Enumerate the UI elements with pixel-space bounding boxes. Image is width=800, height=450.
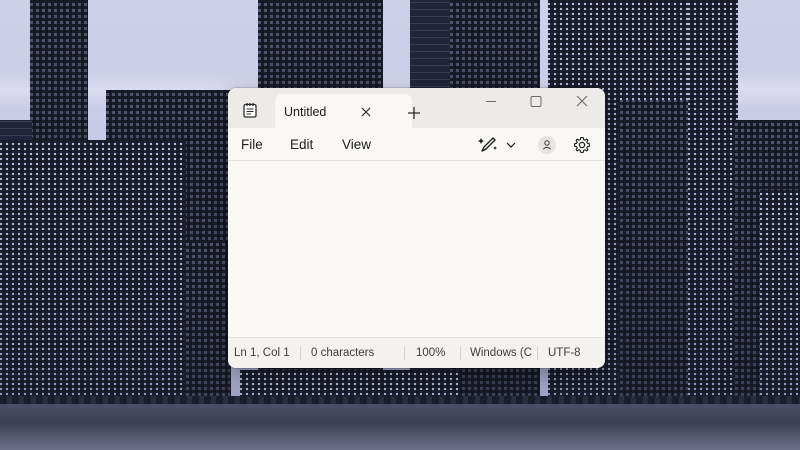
minimize-icon[interactable] xyxy=(468,88,514,116)
status-divider xyxy=(404,346,405,360)
title-bar[interactable]: Untitled xyxy=(228,88,605,128)
copilot-button[interactable] xyxy=(478,134,520,156)
status-encoding[interactable]: UTF-8 xyxy=(548,347,581,359)
status-bar: Ln 1, Col 1 0 characters 100% Windows (C… xyxy=(228,337,605,368)
status-zoom[interactable]: 100% xyxy=(416,347,445,359)
copilot-pen-icon xyxy=(478,137,497,152)
gear-icon[interactable] xyxy=(572,135,592,155)
notepad-icon xyxy=(242,102,258,118)
tab-close-icon[interactable] xyxy=(355,102,377,122)
tab-title: Untitled xyxy=(284,105,327,119)
close-icon[interactable] xyxy=(559,88,605,116)
status-divider xyxy=(537,346,538,360)
status-character-count: 0 characters xyxy=(311,347,375,359)
status-divider xyxy=(460,346,461,360)
tab-untitled[interactable]: Untitled xyxy=(275,94,412,128)
menu-bar: File Edit View xyxy=(228,128,605,161)
account-icon[interactable] xyxy=(537,135,557,155)
status-line-ending[interactable]: Windows (C xyxy=(470,347,534,359)
status-cursor-position: Ln 1, Col 1 xyxy=(234,347,290,359)
maximize-icon[interactable] xyxy=(513,88,559,116)
text-editor[interactable] xyxy=(228,161,605,336)
menu-file[interactable]: File xyxy=(241,137,263,152)
chevron-down-icon xyxy=(506,142,516,148)
plus-icon[interactable] xyxy=(403,102,425,124)
menu-edit[interactable]: Edit xyxy=(290,137,313,152)
menu-view[interactable]: View xyxy=(342,137,371,152)
status-divider xyxy=(300,346,301,360)
notepad-window: Untitled File Edit View Ln 1, Col 1 0 ch… xyxy=(228,88,605,368)
